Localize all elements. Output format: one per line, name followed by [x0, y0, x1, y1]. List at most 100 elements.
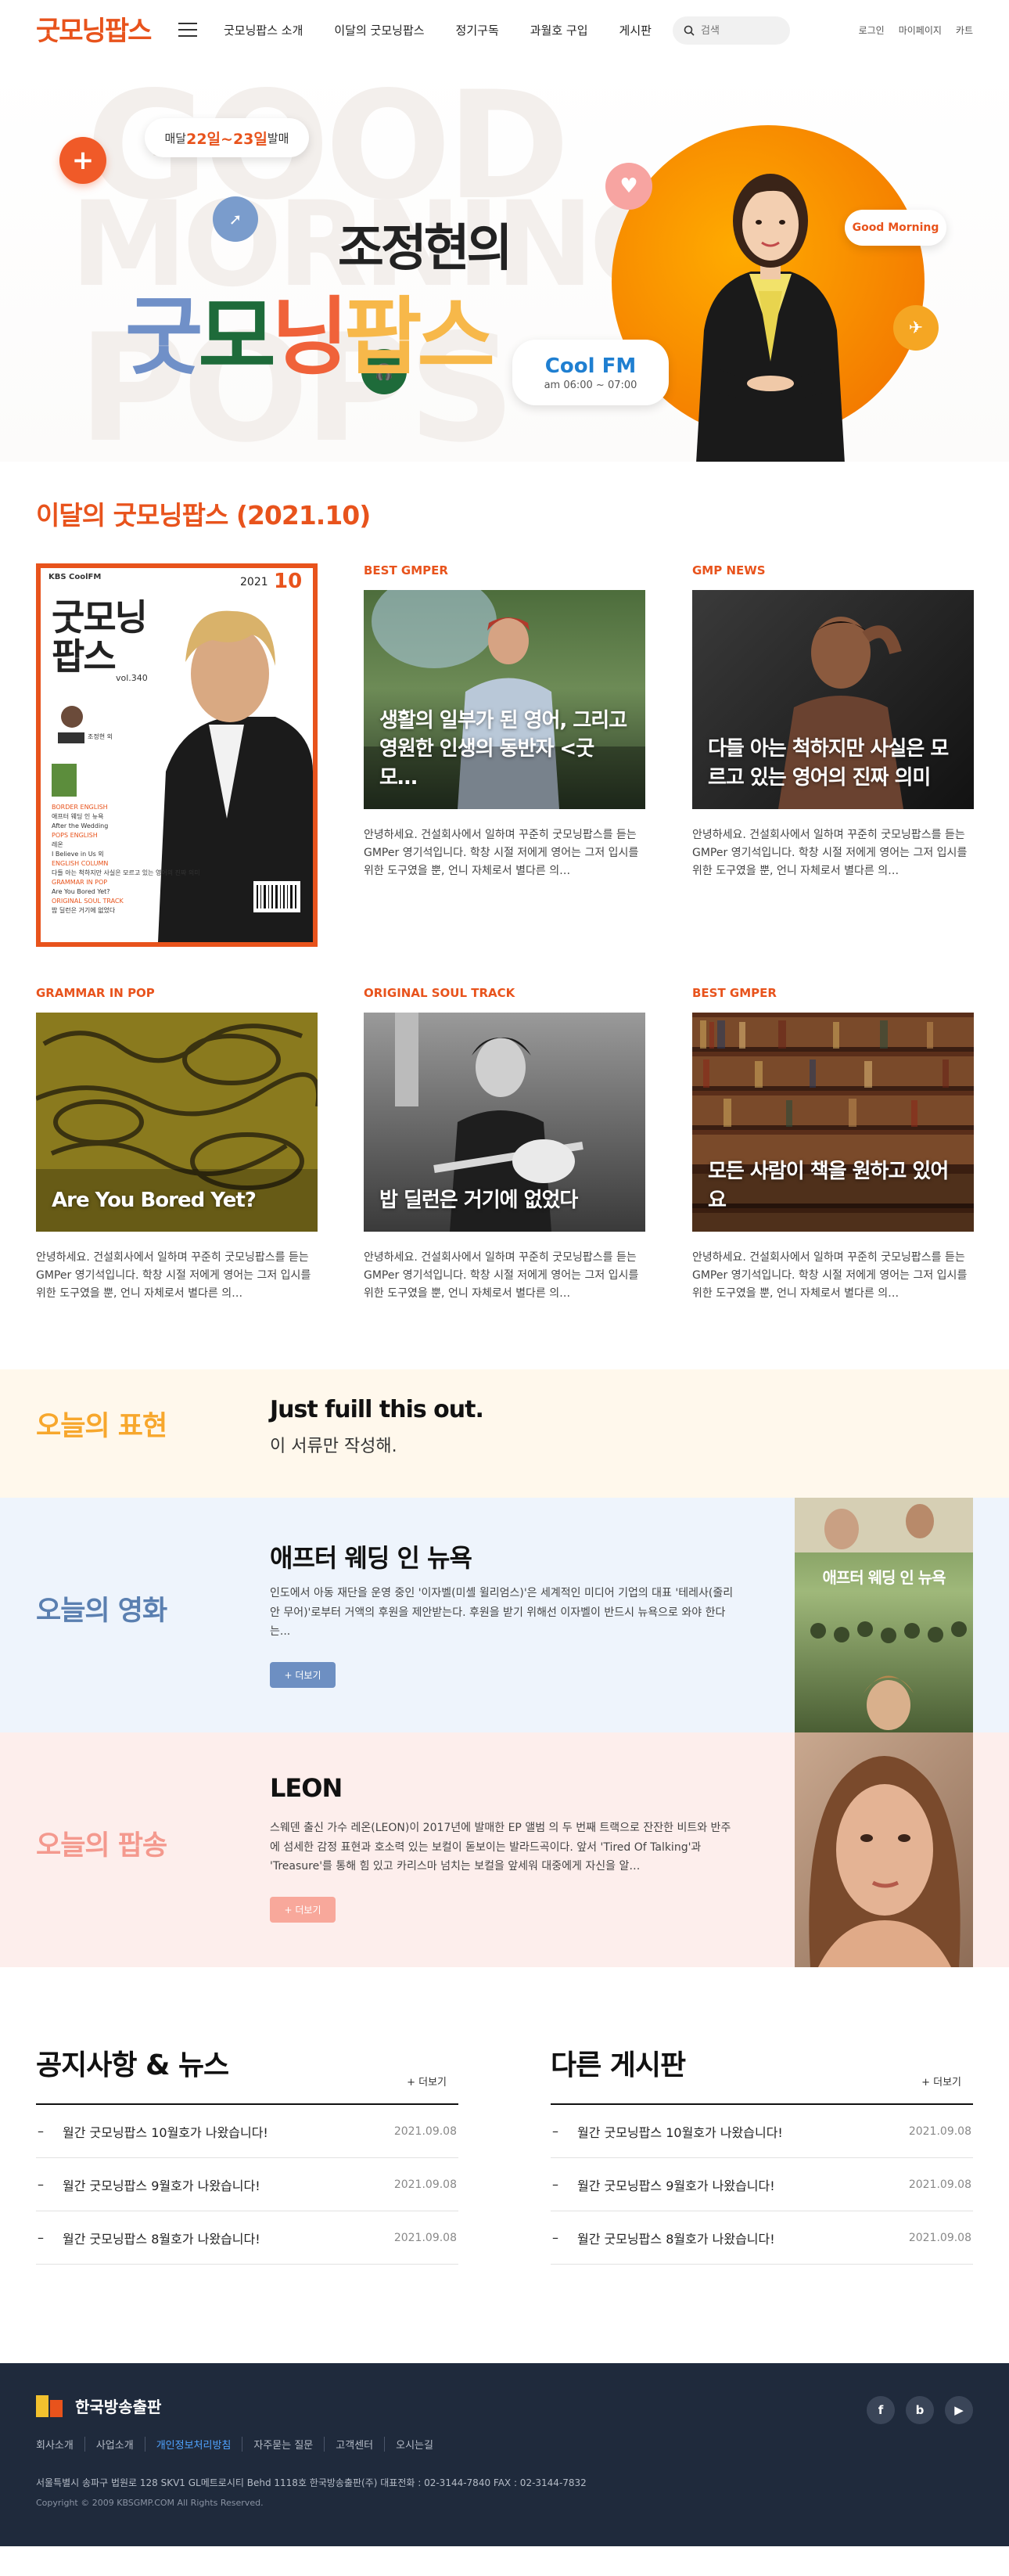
- article-card[interactable]: GRAMMAR IN POP Are You Bored Yet? 안녕하세요.…: [36, 986, 318, 1305]
- board-row[interactable]: – 월간 굿모닝팝스 8월호가 나왔습니다! 2021.09.08: [551, 2211, 973, 2265]
- nav-item-intro[interactable]: 굿모닝팝스 소개: [224, 22, 303, 38]
- movie-more-button[interactable]: + 더보기: [270, 1662, 336, 1688]
- show-title-part: 굿: [125, 289, 203, 387]
- today-song-section: 오늘의 팝송 LEON 스웨덴 출신 가수 레온(LEON)이 2017년에 발…: [0, 1732, 1009, 1967]
- dash-icon: –: [38, 2177, 44, 2192]
- card-description: 안녕하세요. 건설회사에서 일하며 꾸준히 굿모닝팝스를 듣는 GMPer 영기…: [36, 1251, 311, 1301]
- magazine-title: 굿모닝: [52, 596, 148, 639]
- song-more-button[interactable]: + 더보기: [270, 1897, 336, 1923]
- monthly-grid: KBS CoolFM 2021 10 굿모닝 팝스 vol.340 조정현 외 …: [0, 563, 1009, 1369]
- footer-link-directions[interactable]: 오시는길: [384, 2437, 444, 2452]
- toc-line: 다들 아는 척하지만 사실은 모르고 있는 영어의 진짜 의미: [52, 869, 200, 876]
- board-row[interactable]: – 월간 굿모닝팝스 8월호가 나왔습니다! 2021.09.08: [36, 2211, 458, 2265]
- facebook-icon[interactable]: f: [867, 2396, 895, 2424]
- board-row-date: 2021.09.08: [393, 2178, 457, 2191]
- cart-link[interactable]: 카트: [956, 23, 973, 37]
- magazine-month: 10: [274, 570, 303, 593]
- card-caption: 다들 아는 척하지만 사실은 모르고 있는 영어의 진짜 의미: [708, 737, 949, 790]
- toc-line: 레온: [52, 841, 63, 848]
- station-time: am 06:00 ~ 07:00: [544, 379, 637, 391]
- board-row[interactable]: – 월간 굿모닝팝스 10월호가 나왔습니다! 2021.09.08: [36, 2105, 458, 2158]
- card-image: 모든 사람이 책을 원하고 있어요: [692, 1013, 974, 1232]
- nav-item-subscribe[interactable]: 정기구독: [456, 22, 499, 38]
- board-row-title: 월간 굿모닝팝스 8월호가 나왔습니다!: [63, 2231, 260, 2247]
- hero-banner[interactable]: GOOD MORNING POPS 매달 22일~23일 발매 + ➚ 🎧 ♥ …: [0, 59, 1009, 462]
- toc-line: Are You Bored Yet?: [52, 888, 110, 895]
- release-badge-prefix: 매달: [164, 131, 187, 146]
- today-movie-section: 오늘의 영화 애프터 웨딩 인 뉴욕 인도에서 아동 재단을 운영 중인 '이자…: [0, 1498, 1009, 1732]
- nav-item-monthly[interactable]: 이달의 굿모닝팝스: [334, 22, 424, 38]
- footer-company-name: 한국방송출판: [75, 2398, 162, 2416]
- heart-icon: ♥: [605, 163, 652, 210]
- search-input[interactable]: [701, 24, 779, 37]
- show-title-part: 팝스: [344, 289, 495, 387]
- other-more-link[interactable]: + 더보기: [921, 2074, 961, 2089]
- toc-line: BORDER ENGLISH: [52, 804, 108, 811]
- board-row[interactable]: – 월간 굿모닝팝스 10월호가 나왔습니다! 2021.09.08: [551, 2105, 973, 2158]
- mypage-link[interactable]: 마이페이지: [899, 23, 942, 37]
- nav-item-board[interactable]: 게시판: [619, 22, 652, 38]
- footer-link-privacy[interactable]: 개인정보처리방침: [144, 2437, 242, 2452]
- magazine-toc: BORDER ENGLISH 애프터 웨딩 인 뉴욕 After the Wed…: [52, 803, 216, 916]
- youtube-icon[interactable]: ▶: [945, 2396, 973, 2424]
- search-icon[interactable]: [684, 25, 695, 36]
- footer-link-about[interactable]: 회사소개: [36, 2437, 84, 2452]
- song-artist-photo[interactable]: [795, 1732, 973, 1967]
- footer-link-support[interactable]: 고객센터: [324, 2437, 384, 2452]
- show-title: 굿모닝팝스: [125, 269, 495, 391]
- footer-link-business[interactable]: 사업소개: [84, 2437, 145, 2452]
- board-row[interactable]: – 월간 굿모닝팝스 9월호가 나왔습니다! 2021.09.08: [551, 2158, 973, 2211]
- site-footer: 한국방송출판 회사소개 사업소개 개인정보처리방침 자주묻는 질문 고객센터 오…: [0, 2363, 1009, 2546]
- site-header: 굿모닝팝스 굿모닝팝스 소개 이달의 굿모닝팝스 정기구독 과월호 구입 게시판…: [0, 0, 1009, 59]
- today-expression-label: 오늘의 표현: [36, 1411, 167, 1442]
- article-card[interactable]: GMP NEWS 다들 아는 척하지만 사실은 모르고 있는 영어의 진짜 의미…: [692, 563, 974, 883]
- today-movie-label: 오늘의 영화: [36, 1596, 167, 1627]
- song-description: 스웨덴 출신 가수 레온(LEON)이 2017년에 발매한 EP 앨범 의 두…: [270, 1822, 731, 1873]
- login-link[interactable]: 로그인: [859, 23, 885, 37]
- card-description: 안녕하세요. 건설회사에서 일하며 꾸준히 굿모닝팝스를 듣는 GMPer 영기…: [692, 1251, 968, 1301]
- magazine-brand: KBS CoolFM: [48, 573, 102, 581]
- board-row-date: 2021.09.08: [908, 2231, 971, 2244]
- magazine-host: 조정현 외: [88, 733, 113, 740]
- board-row[interactable]: – 월간 굿모닝팝스 9월호가 나왔습니다! 2021.09.08: [36, 2158, 458, 2211]
- toc-line: I Believe in Us 외: [52, 851, 104, 858]
- notice-board: 공지사항 & 뉴스 + 더보기 – 월간 굿모닝팝스 10월호가 나왔습니다! 20…: [36, 2042, 458, 2265]
- today-song-label: 오늘의 팝송: [36, 1830, 167, 1862]
- good-morning-badge: Good Morning: [845, 210, 946, 246]
- article-card[interactable]: BEST GMPER 모든 사람이 책을 원하고 있어요 안녕하세요. 건설회사…: [692, 986, 974, 1305]
- today-expression-section: 오늘의 표현 Just fuill this out. 이 서류만 작성해.: [0, 1369, 1009, 1498]
- footer-logo[interactable]: 한국방송출판: [36, 2394, 161, 2417]
- card-image: 밥 딜런은 거기에 없었다: [364, 1013, 645, 1232]
- footer-link-faq[interactable]: 자주묻는 질문: [242, 2437, 324, 2452]
- movie-poster[interactable]: 애프터 웨딩 인 뉴욕: [795, 1498, 973, 1732]
- toc-line: 밥 딜런은 거기에 없었다: [52, 907, 116, 914]
- card-caption: Are You Bored Yet?: [52, 1188, 257, 1212]
- magazine-cover[interactable]: KBS CoolFM 2021 10 굿모닝 팝스 vol.340 조정현 외 …: [36, 563, 318, 947]
- card-caption: 밥 딜런은 거기에 없었다: [379, 1188, 578, 1212]
- dash-icon: –: [38, 2124, 44, 2139]
- footer-links: 회사소개 사업소개 개인정보처리방침 자주묻는 질문 고객센터 오시는길: [36, 2437, 444, 2452]
- show-title-part: 모: [198, 289, 275, 387]
- movie-poster-title: 애프터 웨딩 인 뉴욕: [822, 1568, 946, 1587]
- article-card[interactable]: BEST GMPER 생활의 일부가 된 영어, 그리고 영원한 인생의 동반자…: [364, 563, 645, 883]
- card-image: 다들 아는 척하지만 사실은 모르고 있는 영어의 진짜 의미: [692, 590, 974, 809]
- toc-line: ORIGINAL SOUL TRACK: [52, 898, 124, 905]
- host-photo: [696, 174, 845, 462]
- company-logo-icon: [36, 2394, 63, 2417]
- card-category: BEST GMPER: [364, 563, 448, 577]
- blog-icon[interactable]: b: [906, 2396, 934, 2424]
- board-row-title: 월간 굿모닝팝스 8월호가 나왔습니다!: [577, 2231, 775, 2247]
- nav-item-back-issues[interactable]: 과월호 구입: [530, 22, 588, 38]
- card-description: 안녕하세요. 건설회사에서 일하며 꾸준히 굿모닝팝스를 듣는 GMPer 영기…: [364, 1251, 639, 1301]
- menu-icon[interactable]: [178, 23, 197, 37]
- notice-more-link[interactable]: + 더보기: [407, 2074, 447, 2089]
- toc-line: POPS ENGLISH: [52, 832, 98, 839]
- card-caption: 모든 사람이 책을 원하고 있어요: [708, 1160, 949, 1212]
- site-logo[interactable]: 굿모닝팝스: [36, 9, 152, 48]
- card-category: GRAMMAR IN POP: [36, 986, 155, 1000]
- station-badge: Cool FM am 06:00 ~ 07:00: [512, 340, 669, 405]
- footer-address: 서울특별시 송파구 법원로 128 SKV1 GL메트로시티 Behd 1118…: [36, 2477, 587, 2488]
- card-description: 안녕하세요. 건설회사에서 일하며 꾸준히 굿모닝팝스를 듣는 GMPer 영기…: [692, 829, 968, 878]
- article-card[interactable]: ORIGINAL SOUL TRACK 밥 딜런은 거기에 없었다 안녕하세요.…: [364, 986, 645, 1305]
- release-badge-dates: 22일~23일: [186, 130, 268, 148]
